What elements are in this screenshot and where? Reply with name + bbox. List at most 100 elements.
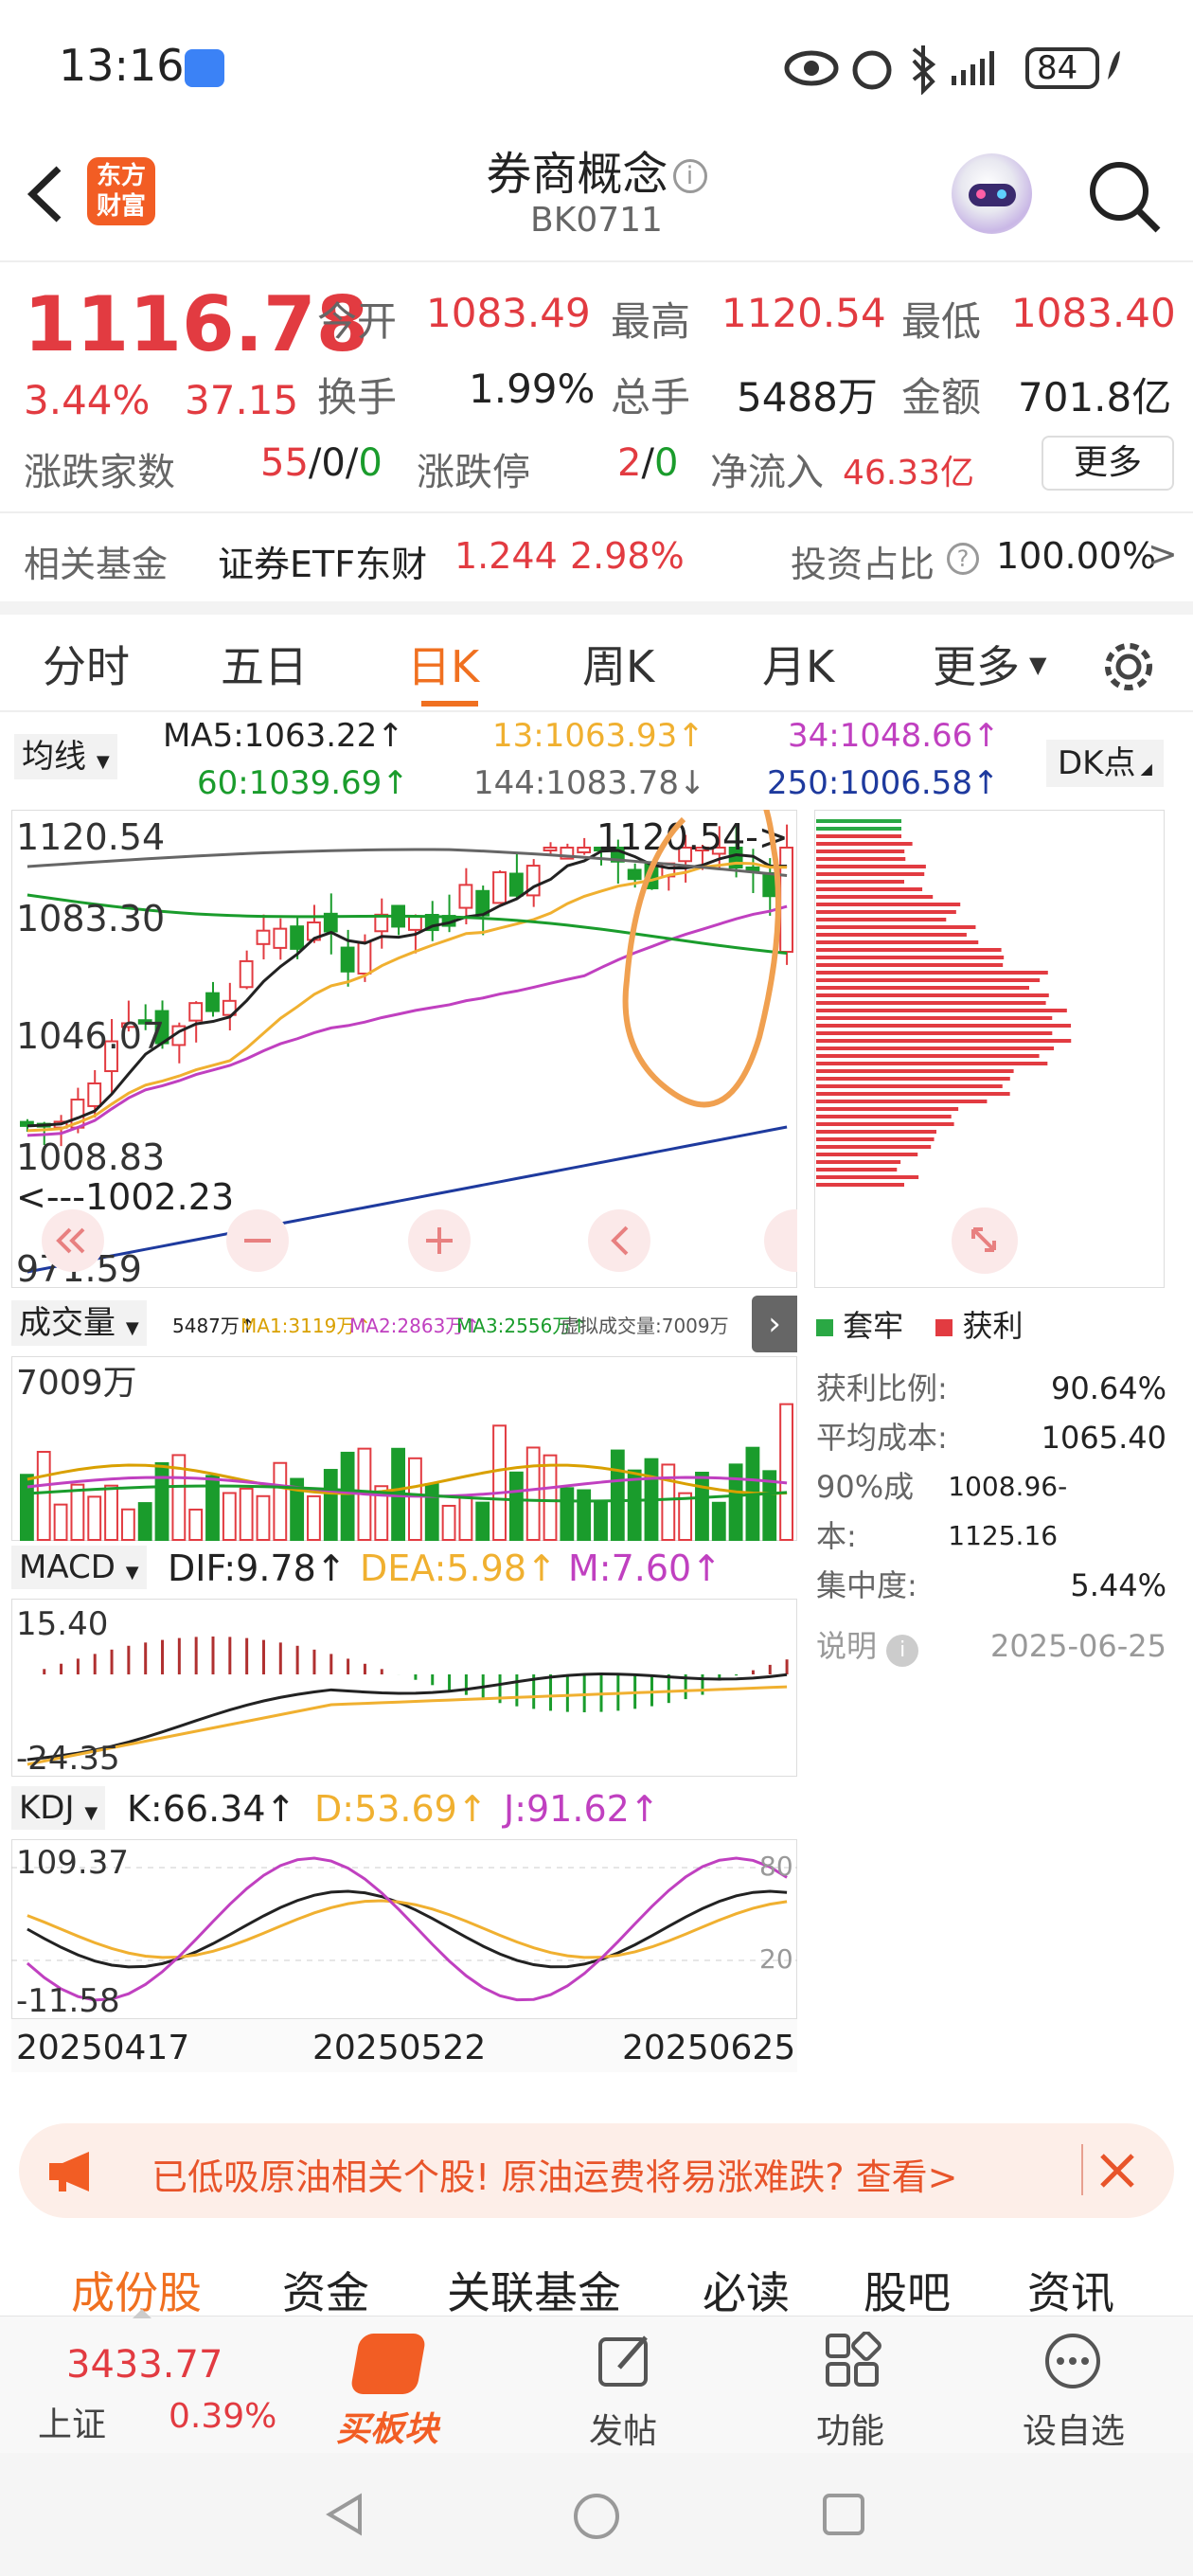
- profit-label: 获利: [962, 1308, 1024, 1344]
- prev-button[interactable]: [588, 1209, 650, 1272]
- macd-dropdown[interactable]: MACD ▼: [11, 1546, 147, 1589]
- index-name: 上证: [38, 2406, 107, 2444]
- promo-banner[interactable]: 已低吸原油相关个股! 原油运费将易涨难跌? 查看>: [19, 2123, 1174, 2218]
- more-dots-icon: [1045, 2334, 1100, 2388]
- tab-more[interactable]: 更多: [933, 633, 1020, 695]
- tab-intraday[interactable]: 分时: [43, 633, 130, 695]
- chip-bar: [816, 887, 923, 891]
- y-label-high: 1120.54: [16, 816, 165, 858]
- dk-point-dropdown[interactable]: DK点 ◢: [1046, 740, 1164, 787]
- volume-chart: 7009万: [11, 1356, 797, 1541]
- kline-chart[interactable]: 1120.54 1083.30 1046.07 1008.83 971.59 1…: [11, 810, 797, 1288]
- volume-ymax: 7009万: [16, 1364, 137, 1403]
- clock: 13:16: [59, 40, 185, 91]
- tab-daily-k[interactable]: 日K: [407, 633, 479, 695]
- post-button[interactable]: 发帖: [578, 2328, 672, 2451]
- tab-weekly-k[interactable]: 周K: [582, 633, 654, 695]
- index-ticker[interactable]: 3433.77 上证 0.39%: [0, 2317, 312, 2454]
- dk-label: DK点: [1058, 744, 1136, 782]
- candle-body: [205, 992, 220, 1012]
- volume-bar: [424, 1483, 439, 1541]
- help-icon[interactable]: ?: [947, 543, 979, 575]
- tab-forum[interactable]: 股吧: [864, 2259, 951, 2321]
- chip-bar: [816, 1031, 1053, 1035]
- candle-body: [458, 884, 473, 909]
- volume-bar: [154, 1462, 169, 1541]
- chip-bar: [816, 850, 905, 853]
- info-circle-icon: i: [886, 1635, 919, 1667]
- chip-bar: [816, 872, 925, 876]
- concentration-label: 集中度:: [816, 1567, 917, 1603]
- add-watchlist-button[interactable]: 设自选: [1013, 2328, 1136, 2451]
- chip-bar: [816, 1039, 1072, 1043]
- volume-bar: [222, 1492, 237, 1541]
- related-fund-row[interactable]: 相关基金 证券ETF东财 1.244 2.98% 投资占比 ? 100.00% …: [0, 516, 1193, 601]
- candle-body: [627, 868, 642, 881]
- settings-gear-icon[interactable]: [1100, 638, 1157, 695]
- candle-body: [543, 847, 558, 851]
- updown-counts: 55/0/0: [260, 441, 383, 485]
- buy-sector-button[interactable]: 买板块: [327, 2328, 450, 2451]
- limit-down-count: 0: [653, 441, 679, 485]
- y-label-4: 1008.83: [16, 1136, 165, 1178]
- tab-related-funds[interactable]: 关联基金: [447, 2259, 621, 2321]
- volume-bar: [137, 1502, 152, 1541]
- divider: [0, 601, 1193, 615]
- volume-bar: [779, 1403, 793, 1541]
- low-value: 1083.40: [1011, 290, 1176, 336]
- chip-bar: [816, 1160, 901, 1164]
- nav-recents-icon[interactable]: [820, 2491, 867, 2538]
- ma-dropdown[interactable]: 均线 ▼: [14, 734, 117, 779]
- close-icon[interactable]: [1098, 2152, 1136, 2190]
- chip-bar: [816, 1016, 1053, 1020]
- note-link[interactable]: 说明 i: [816, 1621, 919, 1671]
- tab-news[interactable]: 资讯: [1027, 2259, 1114, 2321]
- ma13-value: 13:1063.93↑: [492, 717, 704, 755]
- tab-must-read[interactable]: 必读: [703, 2259, 790, 2321]
- volume-bar: [492, 1424, 507, 1541]
- fund-name: 证券ETF东财: [218, 544, 428, 585]
- trapped-swatch: [816, 1319, 833, 1336]
- candle-body: [508, 872, 524, 897]
- nav-back-icon[interactable]: [322, 2491, 369, 2538]
- tab-five-day[interactable]: 五日: [221, 633, 308, 695]
- nav-home-icon[interactable]: [571, 2491, 622, 2542]
- chip-bar: [816, 993, 1049, 997]
- updown-label: 涨跌家数: [24, 451, 175, 494]
- ma-dropdown-label: 均线: [22, 738, 86, 776]
- date-mid: 20250522: [312, 2029, 487, 2067]
- low-label: 最低: [901, 298, 982, 345]
- collapse-panel-button[interactable]: ›: [752, 1296, 797, 1352]
- function-button[interactable]: 功能: [805, 2328, 899, 2451]
- date-start: 20250417: [16, 2029, 190, 2067]
- more-button[interactable]: 更多: [1042, 436, 1174, 491]
- content-tabs: 成份股 资金 关联基金 必读 股吧 资讯: [0, 2240, 1193, 2318]
- fund-price: 1.244: [454, 535, 558, 577]
- volume-bar: [728, 1463, 743, 1541]
- ratio-value: 100.00%: [996, 535, 1157, 577]
- high-label: 最高: [611, 298, 691, 345]
- kdj-dropdown[interactable]: KDJ ▼: [11, 1786, 106, 1830]
- chip-bar: [816, 1122, 954, 1126]
- macd-ymax: 15.40: [16, 1605, 108, 1643]
- amount-value: 701.8亿: [1018, 374, 1172, 420]
- limit-up-count: 2: [617, 441, 642, 485]
- search-icon[interactable]: [1084, 156, 1165, 237]
- volume-bar: [36, 1450, 51, 1541]
- chip-bar: [816, 971, 1048, 975]
- volume-bar: [711, 1501, 726, 1541]
- chip-bar: [816, 1046, 1055, 1050]
- volume-dropdown[interactable]: 成交量 ▼: [11, 1300, 147, 1346]
- robot-assistant-icon[interactable]: [952, 153, 1032, 234]
- info-icon[interactable]: i: [672, 159, 707, 193]
- volume-bar: [508, 1471, 524, 1541]
- chip-bar: [816, 963, 1004, 967]
- index-pct: 0.39%: [169, 2397, 277, 2436]
- volume-bar: [53, 1503, 68, 1541]
- tab-capital[interactable]: 资金: [282, 2259, 369, 2321]
- tab-monthly-k[interactable]: 月K: [762, 633, 834, 695]
- cost-range-label: 90%成本:: [816, 1469, 915, 1554]
- caret-down-icon: ▼: [1029, 652, 1047, 678]
- chip-bar: [816, 933, 967, 937]
- chip-bar: [816, 819, 901, 823]
